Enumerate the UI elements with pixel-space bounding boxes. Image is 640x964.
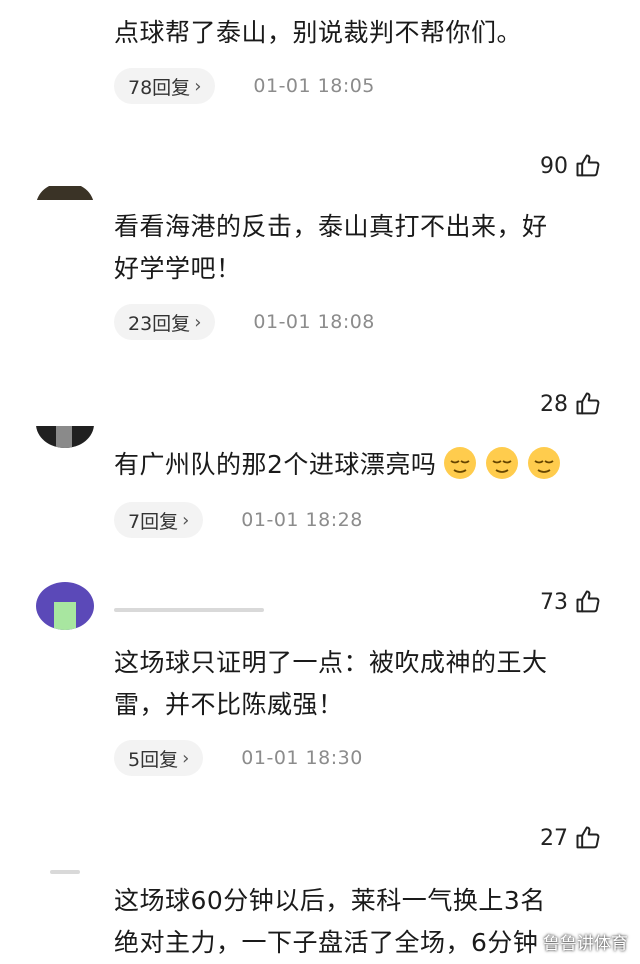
replies-button[interactable]: 78回复 › (114, 68, 216, 104)
avatar[interactable] (36, 400, 94, 448)
comment-timestamp: 01-01 18:08 (253, 311, 375, 333)
chevron-right-icon: › (194, 75, 202, 97)
thumbs-up-icon (576, 826, 600, 849)
comment-text-line: 点球帮了泰山，别说裁判不帮你们。 (114, 18, 523, 47)
chevron-right-icon: › (182, 747, 190, 769)
comment-text-segment: 有广州队的那2个进球漂亮吗 (114, 450, 437, 479)
like-button[interactable]: 27 (540, 820, 602, 856)
comment-text-line: 这场球只证明了一点：被吹成神的王大 (114, 648, 548, 677)
relieved-face-emoji (486, 447, 519, 479)
author-name[interactable] (50, 870, 80, 874)
comment-text: 这场球只证明了一点：被吹成神的王大 雷，并不比陈威强！ (114, 642, 614, 726)
comment-text-line: 这场球60分钟以后，莱科一气换上3名 (114, 886, 546, 915)
avatar[interactable] (36, 182, 94, 230)
like-button[interactable]: 28 (540, 386, 602, 422)
relieved-face-emoji (528, 447, 561, 479)
replies-button[interactable]: 5回复 › (114, 740, 204, 776)
chevron-right-icon: › (194, 311, 202, 333)
comment-text: 这场球60分钟以后，莱科一气换上3名 绝对主力，一下子盘活了全场，6分钟 (114, 880, 614, 964)
like-button[interactable]: 90 (540, 148, 602, 184)
replies-button[interactable]: 23回复 › (114, 304, 216, 340)
comment-timestamp: 01-01 18:05 (253, 75, 375, 97)
comment-text-line: 绝对主力，一下子盘活了全场，6分钟 (114, 928, 539, 957)
watermark: 鲁鲁讲体育 (543, 934, 628, 954)
replies-button[interactable]: 7回复 › (114, 502, 204, 538)
like-count: 73 (540, 589, 568, 615)
comment-timestamp: 01-01 18:30 (241, 747, 363, 769)
reply-count-label: 78回复 (128, 76, 191, 99)
comment-text-line: 看看海港的反击，泰山真打不出来，好 (114, 212, 548, 241)
thumbs-up-icon (576, 590, 600, 613)
thumbs-up-icon (576, 392, 600, 415)
like-count: 90 (540, 153, 568, 179)
comment-text-line: 好学学吧！ (114, 254, 242, 283)
comment-text: 看看海港的反击，泰山真打不出来，好 好学学吧！ (114, 206, 614, 290)
like-button[interactable]: 73 (540, 584, 602, 620)
comment-text: 点球帮了泰山，别说裁判不帮你们。 (114, 12, 614, 54)
reply-count-label: 23回复 (128, 312, 191, 335)
avatar[interactable] (36, 582, 94, 630)
like-count: 28 (540, 391, 568, 417)
chevron-right-icon: › (182, 509, 190, 531)
author-name[interactable] (114, 608, 264, 612)
like-count: 27 (540, 825, 568, 851)
reply-count-label: 7回复 (128, 510, 179, 533)
comment-text-line: 雷，并不比陈威强！ (114, 690, 344, 719)
reply-count-label: 5回复 (128, 748, 179, 771)
comment-text-line: 有广州队的那2个进球漂亮吗 (114, 444, 614, 486)
relieved-face-emoji (444, 447, 477, 479)
comment-timestamp: 01-01 18:28 (241, 509, 363, 531)
comment-text: 有广州队的那2个进球漂亮吗 (114, 444, 614, 486)
thumbs-up-icon (576, 154, 600, 177)
